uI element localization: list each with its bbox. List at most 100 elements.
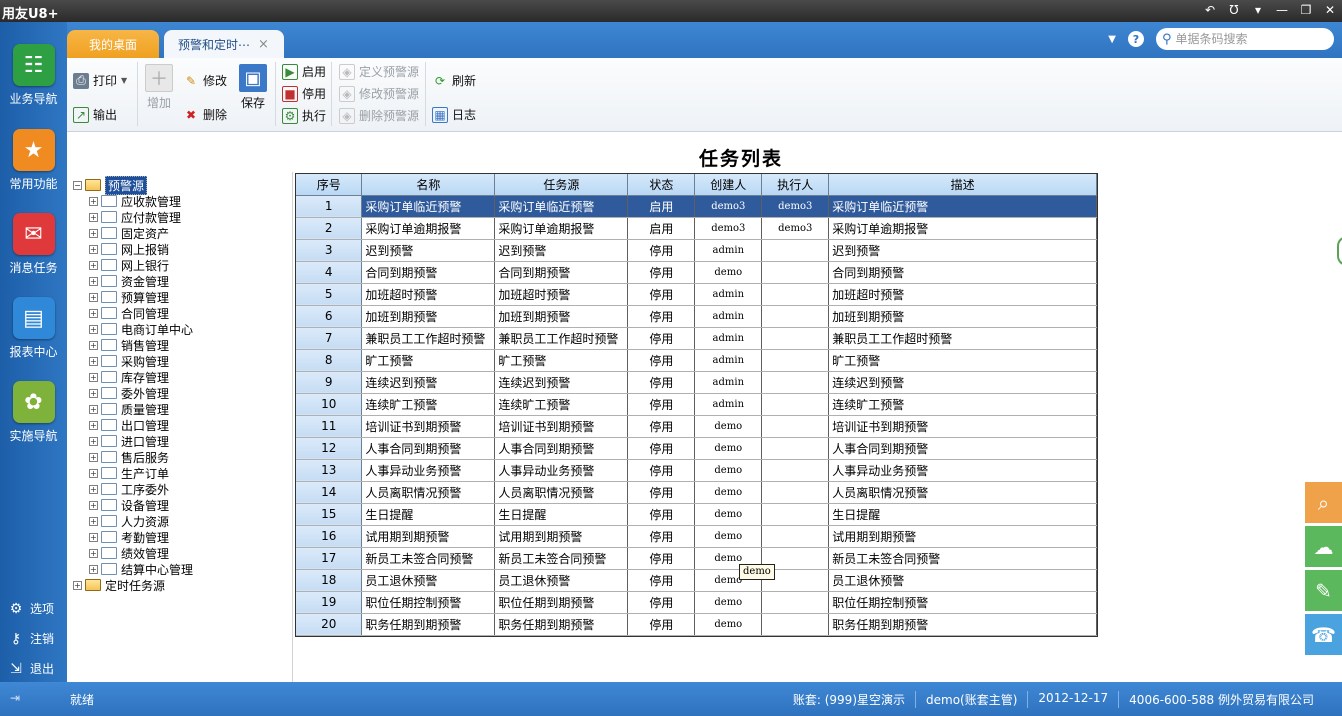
nav-common[interactable]: ★ 常用功能 [0,129,67,192]
tree-node[interactable]: + 应付款管理 [89,209,181,225]
menu-icon[interactable]: ▾ [1250,2,1266,18]
cell-executor[interactable] [761,481,830,504]
cell-name[interactable]: 连续旷工预警 [361,393,496,416]
expand-icon[interactable]: + [89,340,98,350]
cell-description[interactable]: 新员工未签合同预警 [828,547,1097,570]
expand-icon[interactable]: + [89,500,98,510]
cell-description[interactable]: 试用期到期预警 [828,525,1097,548]
table-row[interactable]: 7 兼职员工工作超时预警 兼职员工工作超时预警 停用 admin 兼职员工工作超时预警 [296,327,1097,350]
cell-status[interactable]: 停用 [627,569,696,592]
cell-status[interactable]: 停用 [627,481,696,504]
expand-icon[interactable]: + [89,404,98,414]
tab-my-desktop[interactable]: 我的桌面 [67,30,159,58]
cell-source[interactable]: 连续迟到预警 [494,371,629,394]
disable-button[interactable]: ■ 停用 [282,85,326,102]
table-row[interactable]: 20 职务任期到期预警 职务任期到期预警 停用 demo 职务任期到期预警 [296,613,1097,636]
table-row[interactable]: 2 采购订单逾期报警 采购订单逾期报警 启用 demo3 demo3 采购订单逾期报警 [296,217,1097,240]
service-icon[interactable]: ☎ [1305,614,1342,655]
tree-root-timer-source[interactable]: + 定时任务源 [73,577,165,593]
search-icon[interactable]: ⚲ [1162,32,1172,47]
cell-name[interactable]: 新员工未签合同预警 [361,547,496,570]
tree-node[interactable]: + 委外管理 [89,385,169,401]
table-row[interactable]: 11 培训证书到期预警 培训证书到期预警 停用 demo 培训证书到期预警 [296,415,1097,438]
cell-description[interactable]: 旷工预警 [828,349,1097,372]
cell-creator[interactable]: demo [694,261,763,284]
table-row[interactable]: 14 人员离职情况预警 人员离职情况预警 停用 demo 人员离职情况预警 [296,481,1097,504]
expand-icon[interactable]: + [73,580,82,590]
table-row[interactable]: 3 迟到预警 迟到预警 停用 admin 迟到预警 [296,239,1097,262]
expand-icon[interactable]: + [89,420,98,430]
cell-source[interactable]: 人事异动业务预警 [494,459,629,482]
collapse-icon[interactable]: − [73,180,82,190]
cell-description[interactable]: 生日提醒 [828,503,1097,526]
chevron-down-icon[interactable]: ▼ [1108,34,1116,45]
cell-seq[interactable]: 10 [296,393,363,416]
cell-creator[interactable]: admin [694,349,763,372]
tree-node[interactable]: + 库存管理 [89,369,169,385]
cell-description[interactable]: 员工退休预警 [828,569,1097,592]
nav-report[interactable]: ▤ 报表中心 [0,297,67,360]
cell-seq[interactable]: 4 [296,261,363,284]
help-icon[interactable]: ? [1128,31,1144,47]
edit-button[interactable]: ✎ 修改 [183,72,227,89]
cell-status[interactable]: 停用 [627,459,696,482]
tree-node[interactable]: + 考勤管理 [89,529,169,545]
expand-icon[interactable]: + [89,468,98,478]
cell-seq[interactable]: 13 [296,459,363,482]
skin-icon[interactable]: Ʊ [1226,2,1242,18]
cell-creator[interactable]: demo [694,415,763,438]
table-row[interactable]: 4 合同到期预警 合同到期预警 停用 demo 合同到期预警 [296,261,1097,284]
cell-executor[interactable]: demo3 [761,195,830,218]
cell-description[interactable]: 兼职员工工作超时预警 [828,327,1097,350]
cell-status[interactable]: 停用 [627,415,696,438]
barcode-search-input[interactable] [1175,32,1326,46]
tab-alert-timer[interactable]: 预警和定时⋯ × [164,30,284,58]
tree-node[interactable]: + 结算中心管理 [89,561,193,577]
cell-creator[interactable]: admin [694,371,763,394]
cell-creator[interactable]: demo3 [694,195,763,218]
cell-seq[interactable]: 7 [296,327,363,350]
cell-description[interactable]: 人事合同到期预警 [828,437,1097,460]
table-row[interactable]: 13 人事异动业务预警 人事异动业务预警 停用 demo 人事异动业务预警 [296,459,1097,482]
cell-source[interactable]: 职务任期到期预警 [494,613,629,636]
cell-creator[interactable]: admin [694,283,763,306]
cell-source[interactable]: 采购订单临近预警 [494,195,629,218]
cell-executor[interactable] [761,239,830,262]
cell-status[interactable]: 启用 [627,217,696,240]
cell-executor[interactable] [761,327,830,350]
cell-source[interactable]: 旷工预警 [494,349,629,372]
cell-source[interactable]: 员工退休预警 [494,569,629,592]
nav-implement[interactable]: ✿ 实施导航 [0,381,67,444]
expand-icon[interactable]: + [89,260,98,270]
add-button[interactable]: ＋ 增加 [145,64,173,111]
cell-executor[interactable] [761,437,830,460]
cell-seq[interactable]: 18 [296,569,363,592]
cell-status[interactable]: 停用 [627,437,696,460]
cell-description[interactable]: 职务任期到期预警 [828,613,1097,636]
tree-node[interactable]: + 销售管理 [89,337,169,353]
cell-status[interactable]: 停用 [627,283,696,306]
tree-node[interactable]: + 资金管理 [89,273,169,289]
cell-executor[interactable] [761,371,830,394]
cell-name[interactable]: 人员离职情况预警 [361,481,496,504]
cell-source[interactable]: 新员工未签合同预警 [494,547,629,570]
cell-creator[interactable]: demo [694,525,763,548]
print-button[interactable]: ⎙ 打印 ▼ [73,72,127,89]
cell-creator[interactable]: demo [694,481,763,504]
tree-node[interactable]: + 出口管理 [89,417,169,433]
cell-name[interactable]: 人事异动业务预警 [361,459,496,482]
expand-icon[interactable]: + [89,308,98,318]
cell-name[interactable]: 兼职员工工作超时预警 [361,327,496,350]
cell-name[interactable]: 职位任期控制预警 [361,591,496,614]
expand-icon[interactable]: + [89,244,98,254]
chat-icon[interactable]: ✎ [1305,570,1342,611]
exit-button[interactable]: ⇲ 退出 [8,660,54,677]
cell-executor[interactable] [761,393,830,416]
tree-node[interactable]: + 人力资源 [89,513,169,529]
cell-executor[interactable] [761,349,830,372]
cell-seq[interactable]: 8 [296,349,363,372]
side-handle[interactable] [1337,236,1342,266]
expand-icon[interactable]: + [89,532,98,542]
cell-description[interactable]: 合同到期预警 [828,261,1097,284]
cell-source[interactable]: 培训证书到期预警 [494,415,629,438]
